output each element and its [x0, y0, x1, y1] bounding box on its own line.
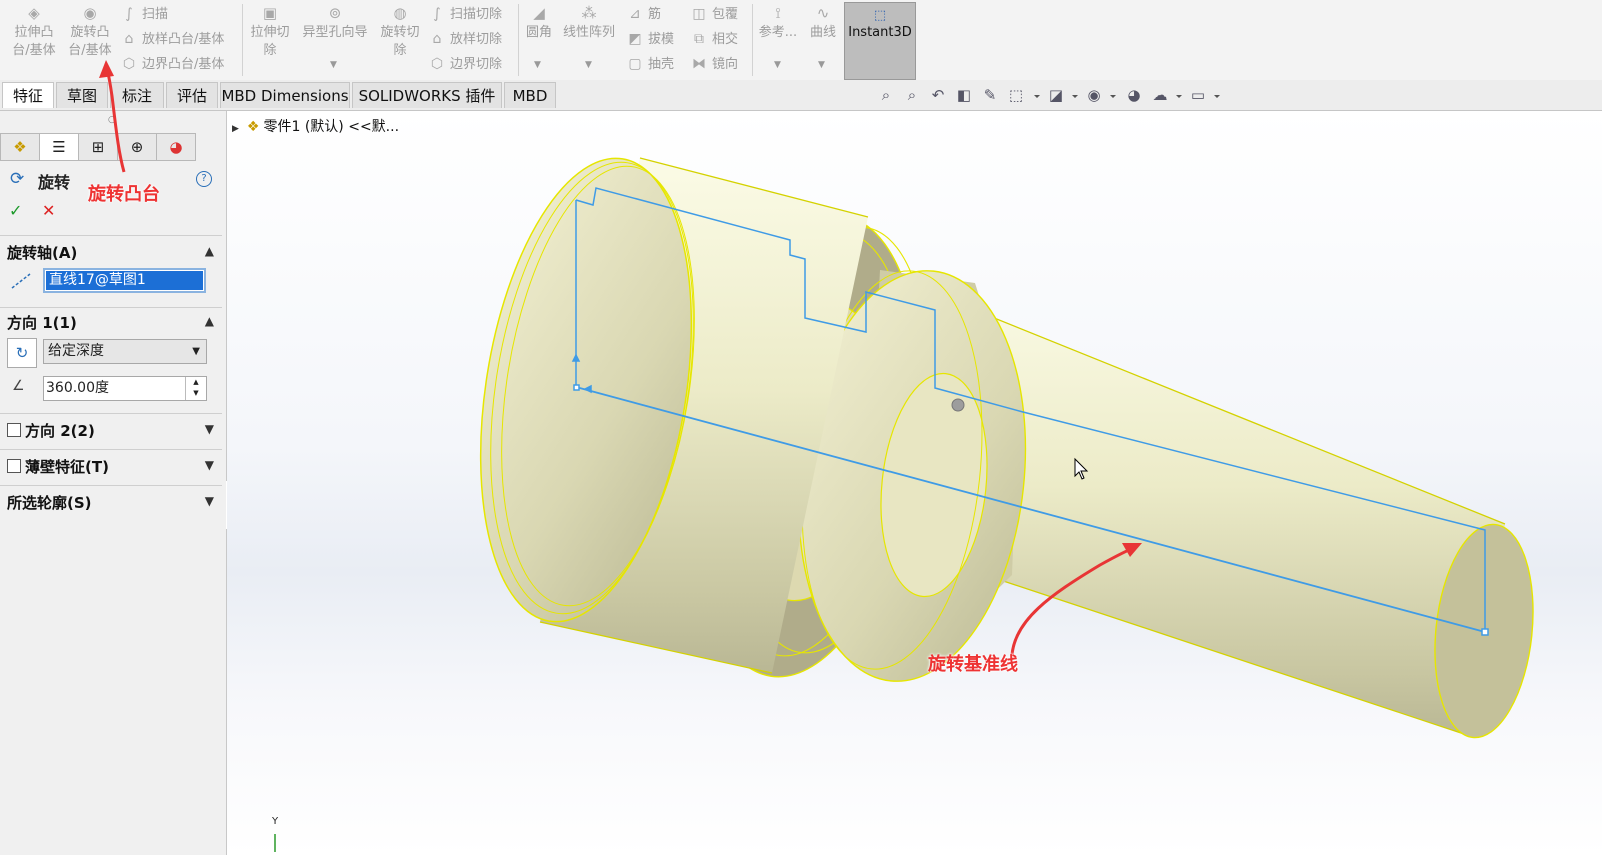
axis-grip-icon: [951, 398, 965, 412]
triad-y-label: Y: [272, 816, 279, 827]
model-graphics: [99, 60, 1534, 852]
annotation-revolve-boss: 旋转凸台: [88, 184, 160, 205]
annotation-arrow-boss: [104, 63, 126, 173]
annotation-axis-line: 旋转基准线: [928, 654, 1018, 675]
annotation-arrowhead: [99, 60, 114, 78]
